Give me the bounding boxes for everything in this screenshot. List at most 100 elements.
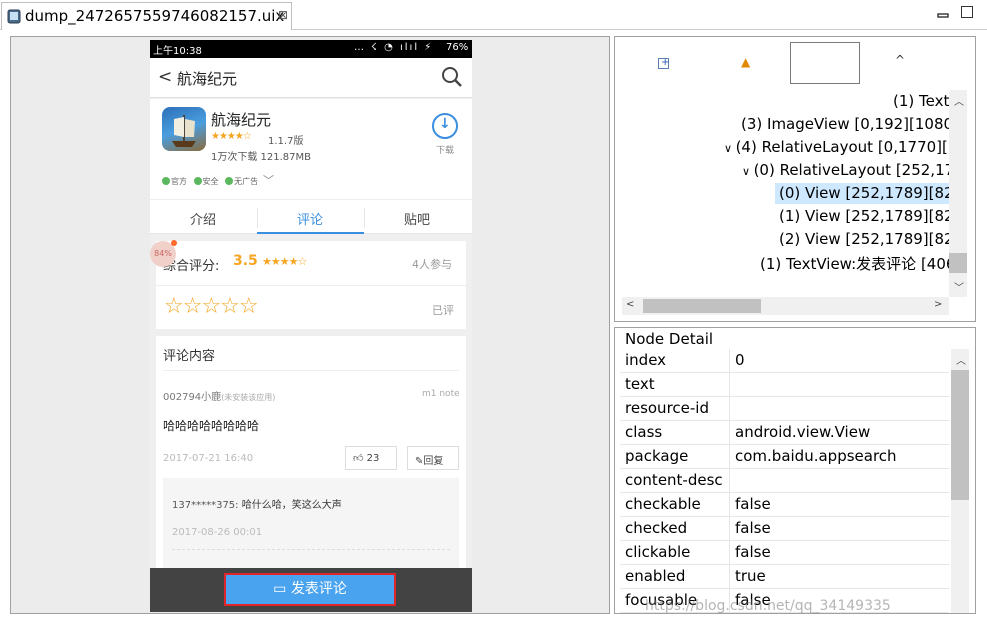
hierarchy-tree[interactable]: (1) Text (3) ImageView [0,192][1080,2 ∨ … (622, 90, 949, 297)
search-icon[interactable] (442, 66, 462, 88)
tree-node[interactable]: ∨ (0) RelativeLayout [252,17 (742, 161, 949, 179)
table-row[interactable]: content-desc (620, 469, 949, 493)
rate-stars-input[interactable]: ☆☆☆☆☆ (164, 294, 259, 319)
comments-title: 评论内容 (163, 349, 216, 364)
status-bar: 上午10:38 … ☇ ◔ ılıl ⚡ 76% (150, 40, 472, 58)
rating-card: 综合评分: 3.5 ★★★★☆ 4人参与 ☆☆☆☆☆ 已评 (156, 241, 466, 329)
scroll-thumb[interactable] (951, 370, 969, 500)
download-icon: ↓ (439, 116, 451, 132)
scroll-up-icon[interactable]: ︿ (956, 352, 966, 367)
tab-comments[interactable]: 评论 (297, 209, 323, 228)
tab-forum[interactable]: 贴吧 (404, 209, 430, 228)
node-detail-table: index 0 text resource-id class android.vie… (620, 349, 949, 613)
status-icons: … ☇ ◔ ılıl ⚡ (354, 42, 434, 53)
badge-no-ads: 无广告 (225, 176, 258, 187)
app-rating-stars: ★★★★☆ (211, 131, 252, 142)
download-label: 下载 (436, 146, 455, 156)
rated-status: 已评 (432, 304, 454, 317)
chevron-down-icon[interactable]: ∨ (724, 142, 736, 155)
editor-tab-bar: dump_2472657559746082157.uix ⊠ (0, 0, 987, 30)
battery-level: 76% (446, 42, 469, 53)
table-row[interactable]: package com.baidu.appsearch (620, 445, 949, 469)
scroll-down-icon[interactable]: ﹀ (954, 279, 964, 294)
rating-count: 4人参与 (412, 258, 452, 271)
active-tab-indicator (257, 232, 364, 234)
chevron-down-icon[interactable]: ﹀ (263, 172, 274, 188)
table-row[interactable]: index 0 (620, 349, 949, 373)
filter-box[interactable] (790, 42, 860, 84)
app-icon (162, 107, 206, 151)
tree-node[interactable]: ∨ (4) RelativeLayout [0,1770][1 (724, 138, 949, 156)
device-screenshot[interactable]: 上午10:38 … ☇ ◔ ılıl ⚡ 76% < 航海纪元 航海纪元 ★★★… (150, 40, 472, 612)
tree-node[interactable]: (1) View [252,1789][828 (779, 207, 949, 225)
tree-node[interactable]: (1) TextView:发表评论 [406 (760, 253, 949, 274)
chevron-down-icon[interactable]: ∨ (742, 165, 754, 178)
badge-safe: 安全 (193, 176, 219, 187)
app-badges: 官方 安全 无广告 (162, 176, 262, 187)
tree-vertical-scrollbar[interactable]: ︿ ﹀ (949, 90, 967, 297)
app-version: 1.1.7版 (268, 136, 304, 147)
scroll-thumb[interactable] (949, 253, 967, 273)
back-icon[interactable]: < (158, 67, 172, 87)
tab-title: dump_2472657559746082157.uix (25, 7, 285, 25)
divider (156, 285, 466, 286)
bottom-bar: ▭ 发表评论 (150, 568, 472, 612)
tab-divider (257, 208, 258, 228)
scroll-up-icon[interactable]: ︿ (954, 93, 964, 108)
hierarchy-pane: + ▲ ^ (1) Text (3) ImageView [0,192][108… (614, 36, 976, 322)
comment-device: m1 note (422, 389, 460, 399)
like-button[interactable]: 👍︎ 23 (345, 446, 397, 470)
tree-node-selected[interactable]: (0) View [252,1789][828 (779, 184, 949, 202)
maximize-icon[interactable] (961, 6, 973, 18)
tree-node[interactable]: (1) Text (893, 92, 949, 110)
rating-score: 3.5 (233, 253, 258, 269)
check-icon (225, 177, 234, 185)
notification-dot (171, 240, 177, 246)
page-title: 航海纪元 (177, 70, 238, 88)
warning-icon[interactable]: ▲ (741, 55, 750, 69)
chevron-up-icon[interactable]: ^ (895, 53, 905, 67)
reply-text: 137*****375: 哈什么哈，笑这么大声 (172, 500, 342, 511)
table-row[interactable]: checked false (620, 517, 949, 541)
comment-text: 哈哈哈哈哈哈哈哈 (163, 419, 260, 433)
close-icon[interactable]: ⊠ (278, 8, 288, 22)
status-time: 上午10:38 (153, 46, 202, 57)
detail-vertical-scrollbar[interactable]: ︿ (951, 349, 969, 613)
expand-all-icon[interactable]: + (658, 57, 669, 69)
app-name: 航海纪元 (211, 111, 272, 129)
uiautomator-viewer-window: dump_2472657559746082157.uix ⊠ 上午10:38 …… (0, 0, 987, 629)
editor-tab[interactable]: dump_2472657559746082157.uix ⊠ (1, 2, 292, 30)
rating-stars: ★★★★☆ (262, 255, 307, 268)
minimize-icon[interactable] (937, 5, 951, 19)
reply-date: 2017-08-26 00:01 (172, 527, 263, 538)
table-row[interactable]: text (620, 373, 949, 397)
tab-divider (364, 208, 365, 228)
tab-intro[interactable]: 介绍 (190, 209, 216, 228)
scroll-thumb[interactable] (643, 299, 761, 313)
check-icon (162, 177, 170, 185)
table-row[interactable]: class android.view.View (620, 421, 949, 445)
post-comment-button[interactable]: ▭ 发表评论 (224, 573, 396, 606)
app-info-card: 航海纪元 ★★★★☆ 1.1.7版 1万次下载 121.87MB ↓ 下载 官方… (150, 99, 472, 199)
scroll-right-icon[interactable]: > (934, 299, 942, 310)
check-icon (193, 177, 202, 185)
badge-official: 官方 (162, 176, 187, 187)
android-device-icon (7, 9, 21, 24)
comment-date: 2017-07-21 16:40 (163, 453, 254, 464)
scroll-left-icon[interactable]: < (626, 299, 634, 310)
table-row[interactable]: checkable false (620, 493, 949, 517)
divider (163, 370, 459, 371)
watermark: https://blog.csdn.net/qq_34149335 (645, 598, 891, 614)
comment-icon: ▭ (273, 581, 291, 597)
reply-button[interactable]: ✎回复 (407, 446, 459, 470)
table-row[interactable]: clickable false (620, 541, 949, 565)
app-bar: < 航海纪元 (150, 58, 472, 98)
tree-node[interactable]: (3) ImageView [0,192][1080,2 (741, 115, 949, 133)
download-button[interactable]: ↓ (432, 113, 458, 139)
node-detail-pane: Node Detail index 0 text resource-id clas… (614, 327, 976, 614)
tree-horizontal-scrollbar[interactable]: < > (622, 297, 949, 315)
table-row[interactable]: resource-id (620, 397, 949, 421)
table-row[interactable]: enabled true (620, 565, 949, 589)
tree-node[interactable]: (2) View [252,1789][828 (779, 230, 949, 248)
app-downloads: 1万次下载 121.87MB (211, 152, 312, 163)
